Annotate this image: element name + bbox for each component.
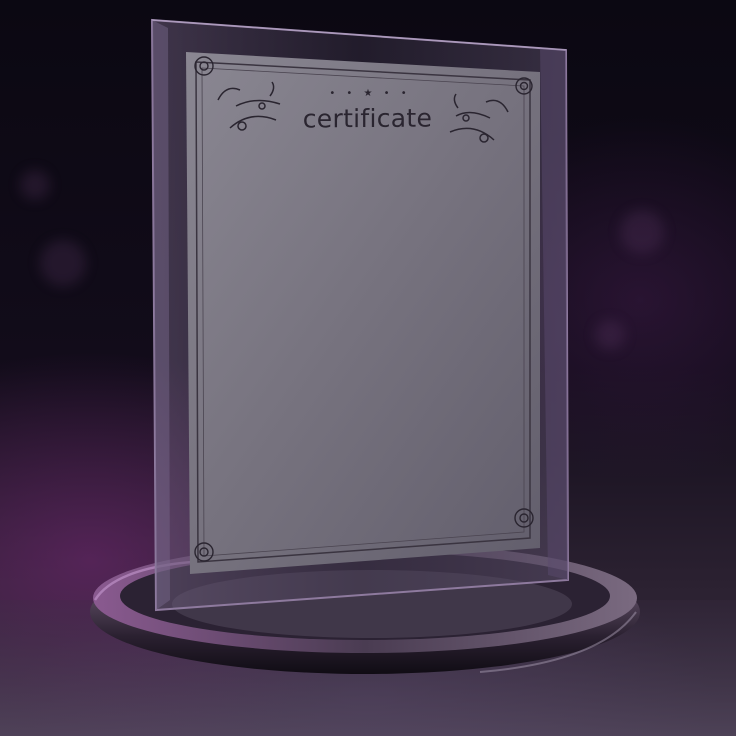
scene: • • ★ • • certificate	[0, 0, 736, 736]
star-ornament: • • ★ • •	[329, 88, 411, 99]
certificate-title: certificate	[302, 103, 433, 134]
